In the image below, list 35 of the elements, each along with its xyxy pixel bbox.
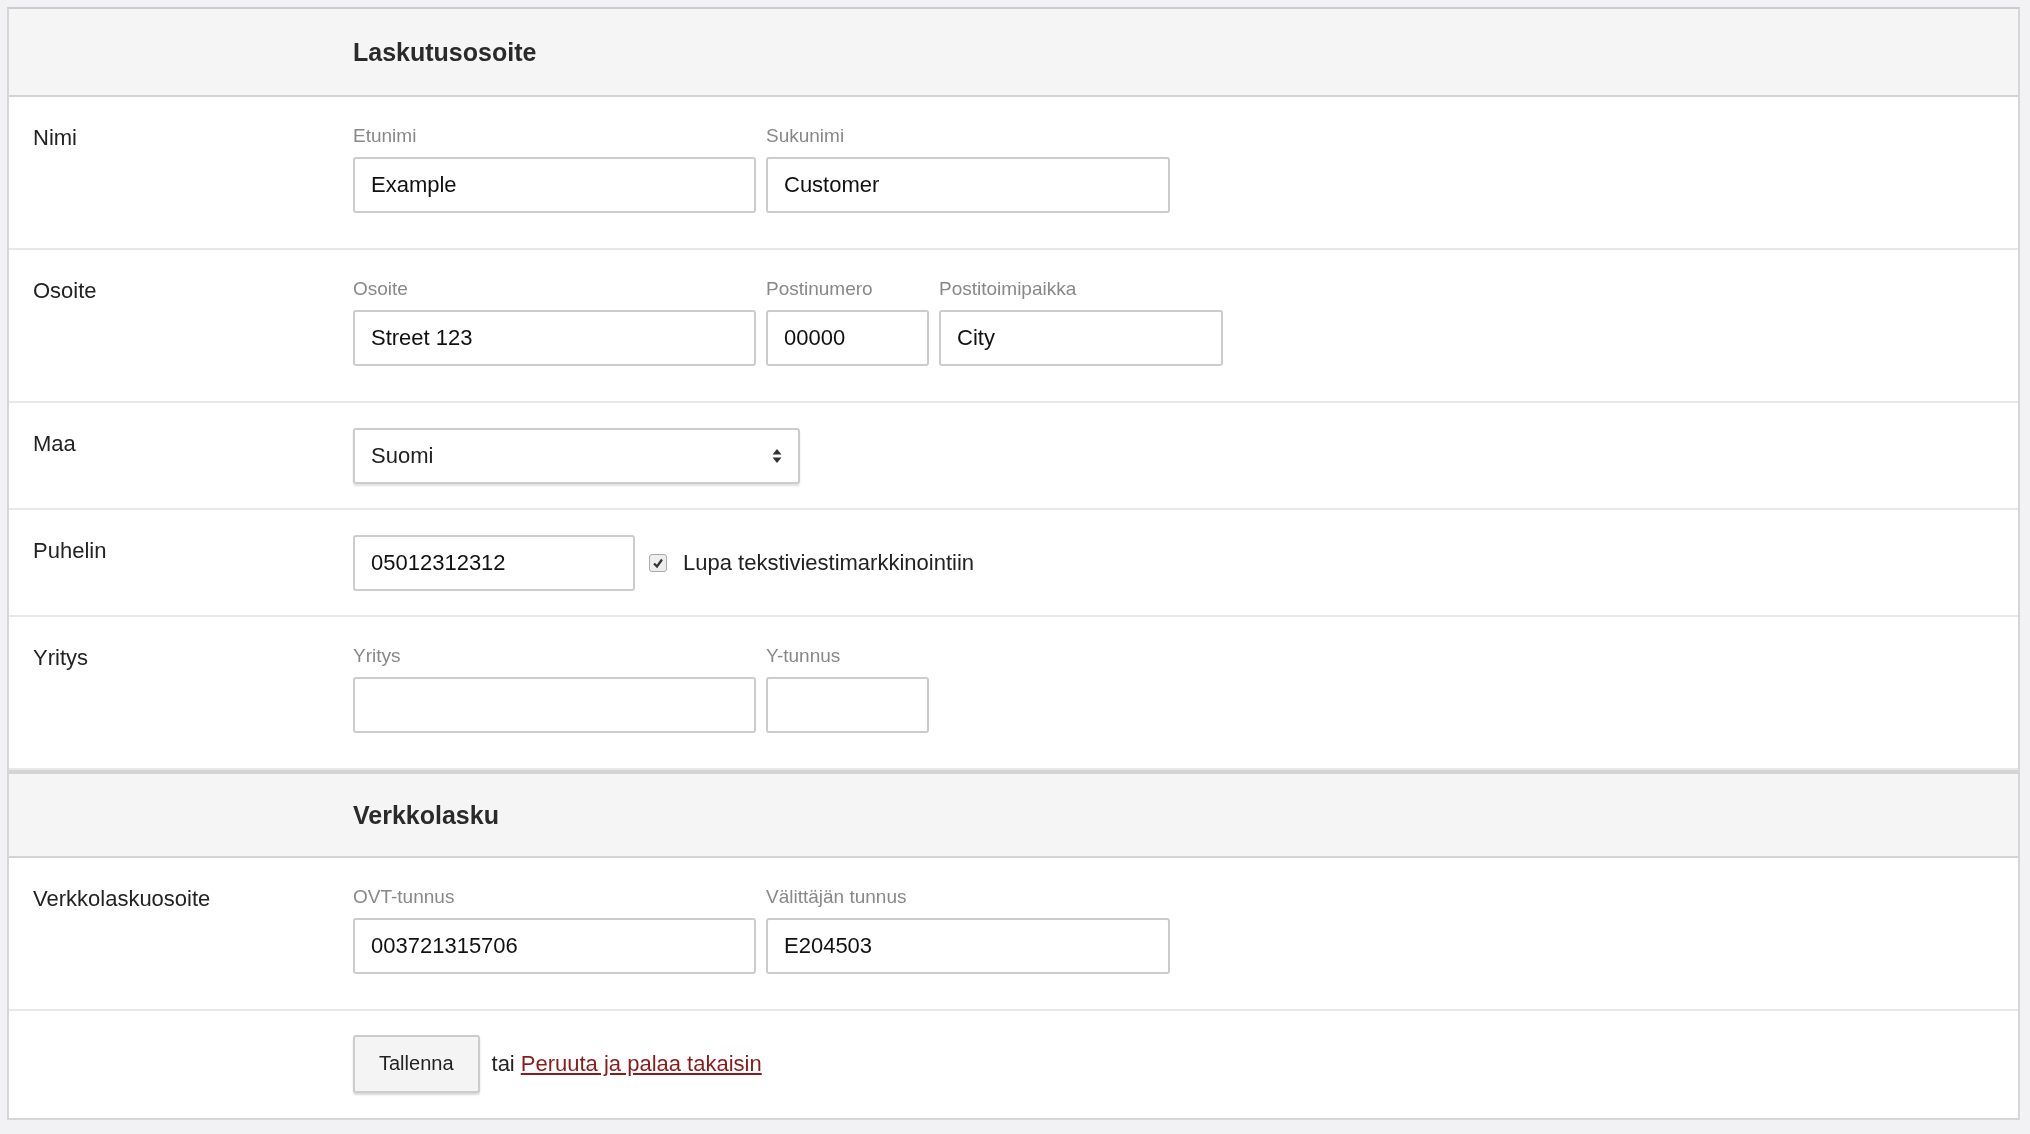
row-label: Verkkolaskuosoite [33,886,211,911]
checkbox-label: Lupa tekstiviestimarkkinointiin [683,549,975,576]
input-field[interactable] [353,677,756,733]
field-label: Välittäjän tunnus [766,886,908,909]
input-field[interactable] [766,677,929,733]
field-label: Etunimi [353,125,418,148]
row-label: Puhelin [33,538,107,563]
field-label: Sukunimi [766,125,846,148]
input-field[interactable]: Street 123 [353,310,756,366]
checkbox[interactable] [649,553,667,572]
input-field[interactable]: 003721315706 [353,918,756,974]
updown-caret-icon [772,447,782,464]
field-label: Y-tunnus [766,645,842,668]
row-label: Nimi [33,125,77,150]
row-label: Yritys [33,645,88,670]
or-text: tai [491,1050,515,1077]
save-button[interactable]: Tallenna [353,1034,480,1093]
field-label: Postitoimipaikka [939,278,1078,301]
field-label: Osoite [353,278,409,301]
cancel-link[interactable]: Peruuta ja palaa takaisin [520,1050,762,1077]
checkmark-icon [652,556,664,569]
section-title: Laskutusosoite [353,37,537,67]
country-select[interactable]: Suomi [353,427,800,484]
input-field[interactable]: City [939,310,1223,366]
input-field[interactable]: Customer [766,157,1170,213]
input-field[interactable]: E204503 [766,918,1170,974]
input-field[interactable]: 00000 [766,310,929,366]
field-label: Yritys [353,645,402,668]
row-label: Osoite [33,278,97,303]
field-label: OVT-tunnus [353,886,456,909]
field-label: Postinumero [766,278,874,301]
input-field[interactable]: 05012312312 [353,534,635,591]
row-label: Maa [33,431,76,456]
section-title: Verkkolasku [353,800,499,830]
input-field[interactable]: Example [353,157,756,213]
